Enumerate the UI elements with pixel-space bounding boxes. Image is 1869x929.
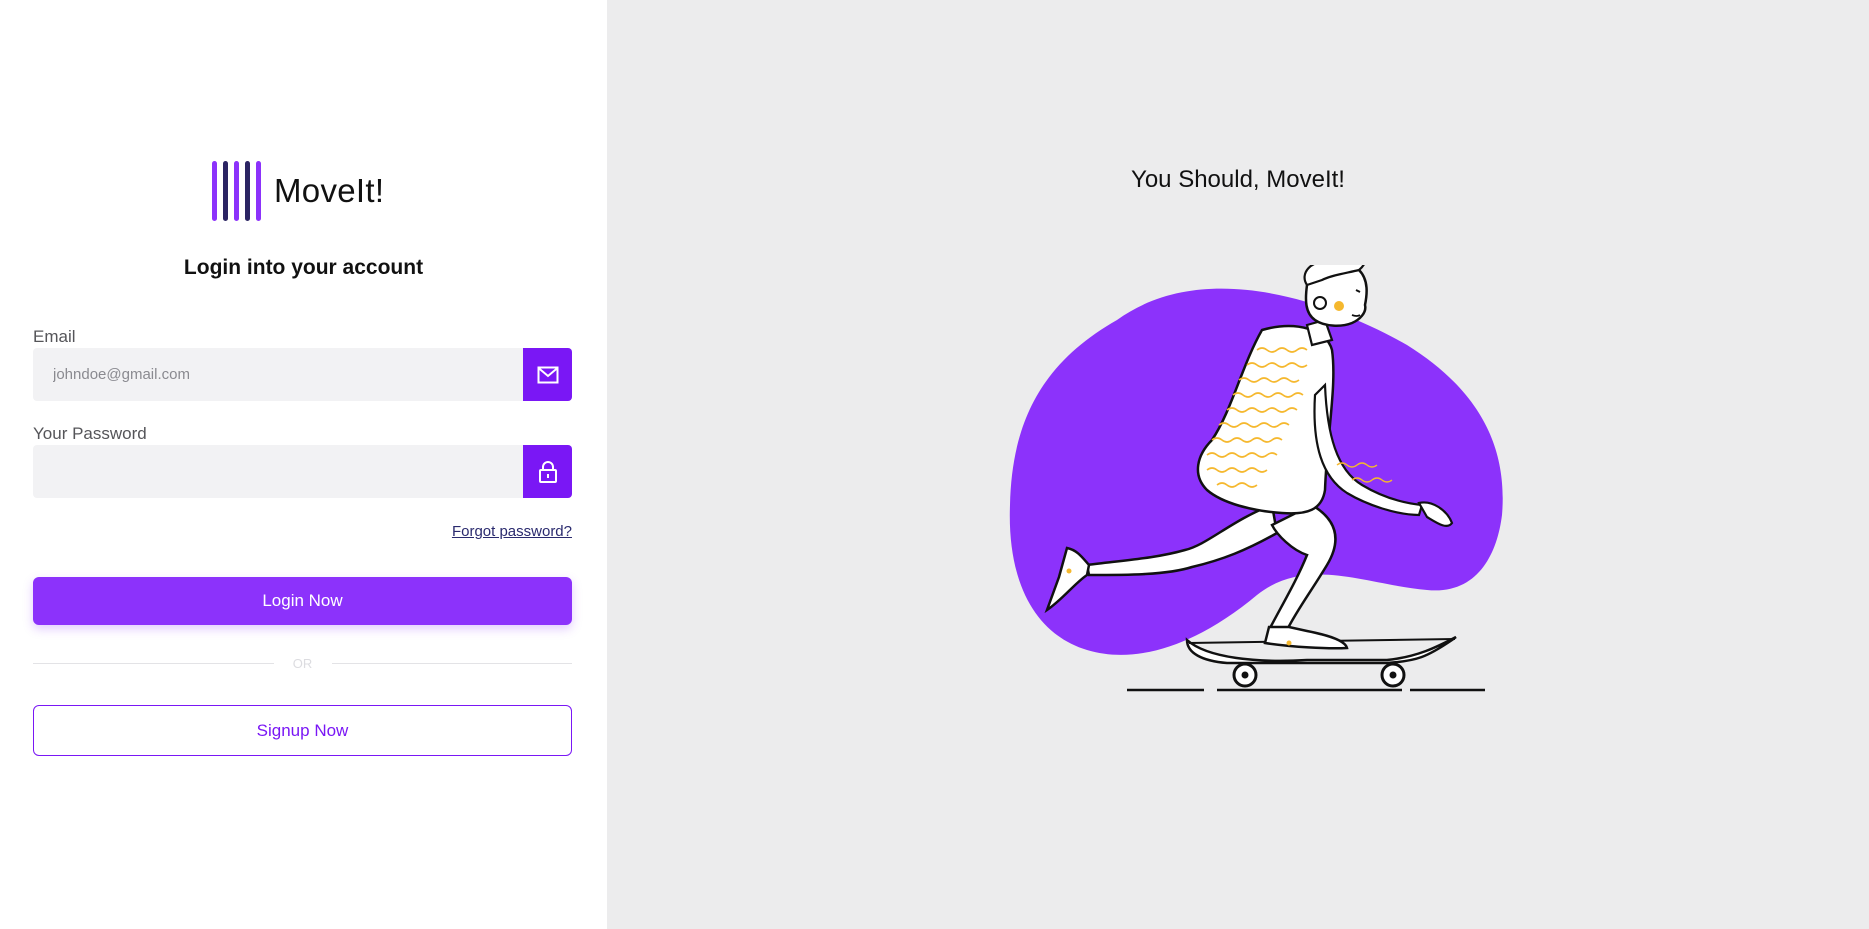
- divider-text: OR: [292, 656, 313, 671]
- brand-name: MoveIt!: [274, 172, 385, 209]
- email-input[interactable]: [33, 348, 523, 401]
- envelope-icon: [523, 348, 572, 401]
- email-label: Email: [33, 327, 76, 346]
- hero-tagline: You Should, MoveIt!: [1131, 166, 1345, 193]
- brand-logo: MoveIt!: [212, 161, 384, 221]
- login-title: Login into your account: [183, 256, 424, 279]
- password-field-group: [33, 445, 572, 498]
- or-divider: OR: [33, 656, 572, 671]
- divider-line-right: [331, 663, 572, 664]
- password-input[interactable]: [33, 445, 523, 498]
- logo-bars-icon: [212, 161, 261, 221]
- lock-icon: [523, 445, 572, 498]
- login-panel: MoveIt! Login into your account Email Yo…: [0, 0, 607, 929]
- hero-panel: You Should, MoveIt!: [607, 0, 1869, 929]
- signup-button[interactable]: Signup Now: [33, 705, 572, 756]
- divider-line-left: [33, 663, 274, 664]
- forgot-password-link[interactable]: Forgot password?: [452, 523, 572, 540]
- email-field-group: [33, 348, 572, 401]
- password-label: Your Password: [33, 424, 147, 443]
- skateboarder-illustration: [1009, 265, 1503, 692]
- login-button[interactable]: Login Now: [33, 577, 572, 625]
